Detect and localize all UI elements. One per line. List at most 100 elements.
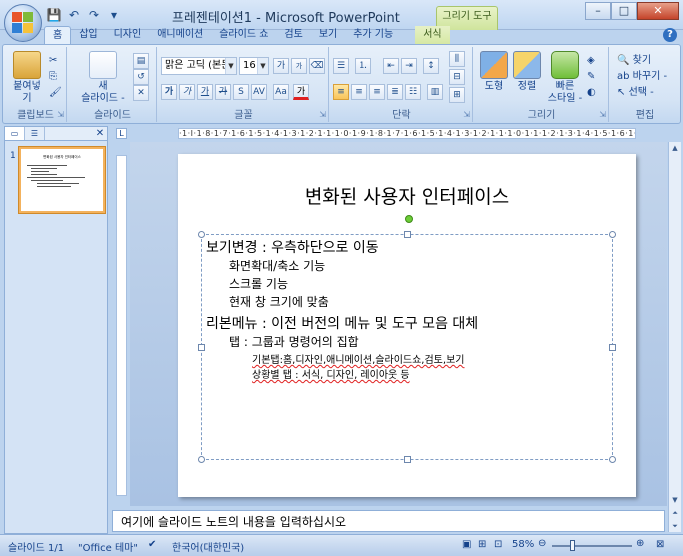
next-slide-icon[interactable]: ⏷: [669, 520, 681, 532]
scroll-up-icon[interactable]: ▲: [669, 142, 681, 154]
resize-handle[interactable]: [404, 456, 411, 463]
resize-handle[interactable]: [609, 344, 616, 351]
grow-font-button[interactable]: 가: [273, 58, 289, 74]
normal-view-icon[interactable]: ▣: [462, 539, 471, 550]
align-center-button[interactable]: ≡: [351, 84, 367, 100]
resize-handle[interactable]: [609, 456, 616, 463]
close-icon[interactable]: ✕: [93, 127, 107, 140]
content-textbox[interactable]: 보기변경 : 우측하단으로 이동 화면확대/축소 기능 스크롤 기능 현재 창 …: [198, 215, 616, 463]
quick-styles-button[interactable]: 빠른 스타일 -: [545, 51, 585, 105]
decrease-indent-button[interactable]: ⇤: [383, 58, 399, 74]
font-color-button[interactable]: 가: [293, 84, 309, 100]
resize-handle[interactable]: [609, 231, 616, 238]
rotate-handle[interactable]: [405, 215, 413, 223]
justify-button[interactable]: ≣: [387, 84, 403, 100]
paste-button[interactable]: 붙여넣기: [9, 51, 45, 105]
text-direction-button[interactable]: ⫼: [449, 51, 465, 67]
zoom-out-icon[interactable]: ⊖: [538, 538, 546, 549]
clipboard-launcher-icon[interactable]: ⇲: [57, 110, 64, 119]
resize-handle[interactable]: [198, 344, 205, 351]
font-launcher-icon[interactable]: ⇲: [319, 110, 326, 119]
language[interactable]: 한국어(대한민국): [172, 539, 244, 554]
slide-sorter-view-icon[interactable]: ⊞: [478, 539, 486, 550]
save-icon[interactable]: 💾: [46, 7, 62, 23]
shape-outline-icon[interactable]: ✎: [587, 69, 595, 85]
bullets-button[interactable]: ☰: [333, 58, 349, 74]
zoom-in-icon[interactable]: ⊕: [636, 538, 644, 549]
spell-check-icon[interactable]: ✔: [148, 539, 156, 550]
help-icon[interactable]: ?: [663, 28, 677, 42]
close-button[interactable]: ✕: [637, 2, 679, 20]
strikethrough-button[interactable]: 가: [215, 84, 231, 100]
increase-indent-button[interactable]: ⇥: [401, 58, 417, 74]
tab-slides[interactable]: ▭: [5, 127, 25, 140]
font-size-combo[interactable]: 16 ▼: [239, 57, 269, 75]
tab-review[interactable]: 검토: [276, 26, 310, 44]
drawing-launcher-icon[interactable]: ⇲: [599, 110, 606, 119]
new-slide-button[interactable]: 새 슬라이드 -: [77, 51, 129, 105]
font-name-combo[interactable]: 맑은 고딕 (본문 ▼: [161, 57, 237, 75]
shapes-button[interactable]: 도형: [477, 51, 511, 93]
maximize-button[interactable]: □: [611, 2, 637, 20]
tab-add-ins[interactable]: 추가 기능: [345, 26, 401, 44]
zoom-slider-thumb[interactable]: [570, 540, 575, 551]
tab-view[interactable]: 보기: [311, 26, 345, 44]
tab-slide-show[interactable]: 슬라이드 쇼: [211, 26, 276, 44]
underline-button[interactable]: 가: [197, 84, 213, 100]
replace-button[interactable]: ab 바꾸기 -: [617, 69, 667, 85]
vertical-ruler[interactable]: [116, 155, 127, 496]
reset-icon[interactable]: ↺: [133, 69, 149, 85]
italic-button[interactable]: 가: [179, 84, 195, 100]
resize-handle[interactable]: [198, 456, 205, 463]
align-left-button[interactable]: ≡: [333, 84, 349, 100]
select-button[interactable]: ↖ 선택 -: [617, 85, 654, 101]
office-button[interactable]: [4, 4, 42, 42]
customize-qat-icon[interactable]: ▾: [106, 7, 122, 23]
paragraph-launcher-icon[interactable]: ⇲: [463, 110, 470, 119]
char-spacing-button[interactable]: AV: [251, 84, 267, 100]
slide-show-view-icon[interactable]: ⊡: [494, 539, 502, 550]
zoom-level[interactable]: 58%: [512, 539, 534, 550]
shrink-font-button[interactable]: 가: [291, 58, 307, 74]
horizontal-ruler[interactable]: ·1·I·1·8·1·7·1·6·1·5·1·4·1·3·1·2·1·1·1·0…: [178, 128, 636, 139]
tab-format[interactable]: 서식: [415, 26, 450, 44]
clear-format-button[interactable]: ⌫: [309, 58, 325, 74]
tab-animations[interactable]: 애니메이션: [149, 26, 211, 44]
tab-outline[interactable]: ☰: [25, 127, 45, 140]
slide-thumbnail[interactable]: 변화된 사용자 인터페이스: [19, 147, 105, 213]
vertical-scrollbar[interactable]: ▲ ▼ ⏶ ⏷: [668, 142, 681, 532]
arrange-button[interactable]: 정렬: [511, 51, 543, 93]
resize-handle[interactable]: [198, 231, 205, 238]
slide-title[interactable]: 변화된 사용자 인터페이스: [178, 182, 636, 209]
delete-slide-icon[interactable]: ✕: [133, 85, 149, 101]
resize-handle[interactable]: [404, 231, 411, 238]
shape-effects-icon[interactable]: ◐: [587, 85, 596, 101]
layout-icon[interactable]: ▤: [133, 53, 149, 69]
columns-button[interactable]: ▥: [427, 84, 443, 100]
notes-pane[interactable]: 여기에 슬라이드 노트의 내용을 입력하십시오: [112, 510, 665, 532]
tab-design[interactable]: 디자인: [106, 26, 150, 44]
numbering-button[interactable]: ⒈: [355, 58, 371, 74]
fit-to-window-icon[interactable]: ⊠: [656, 539, 664, 550]
copy-icon[interactable]: ⎘: [49, 69, 57, 85]
smartart-button[interactable]: ⊞: [449, 87, 465, 103]
prev-slide-icon[interactable]: ⏶: [669, 507, 681, 519]
distribute-button[interactable]: ☷: [405, 84, 421, 100]
find-button[interactable]: 🔍 찾기: [617, 53, 651, 69]
line-spacing-button[interactable]: ↕: [423, 58, 439, 74]
align-text-button[interactable]: ⊟: [449, 69, 465, 85]
redo-icon[interactable]: ↷: [86, 7, 102, 23]
tab-home[interactable]: 홈: [44, 26, 72, 44]
align-right-button[interactable]: ≡: [369, 84, 385, 100]
ruler-corner-tab[interactable]: L: [116, 128, 127, 139]
shape-fill-icon[interactable]: ◈: [587, 53, 595, 69]
cut-icon[interactable]: ✂: [49, 53, 57, 69]
tab-insert[interactable]: 삽입: [71, 26, 105, 44]
bold-button[interactable]: 가: [161, 84, 177, 100]
minimize-button[interactable]: –: [585, 2, 611, 20]
format-painter-icon[interactable]: 🖌: [49, 85, 62, 101]
change-case-button[interactable]: Aa: [273, 84, 289, 100]
undo-icon[interactable]: ↶: [66, 7, 82, 23]
shadow-button[interactable]: S: [233, 84, 249, 100]
slide-canvas[interactable]: 변화된 사용자 인터페이스 보기변경 : 우측하단으로 이동 화면확대/축소 기…: [178, 154, 636, 497]
